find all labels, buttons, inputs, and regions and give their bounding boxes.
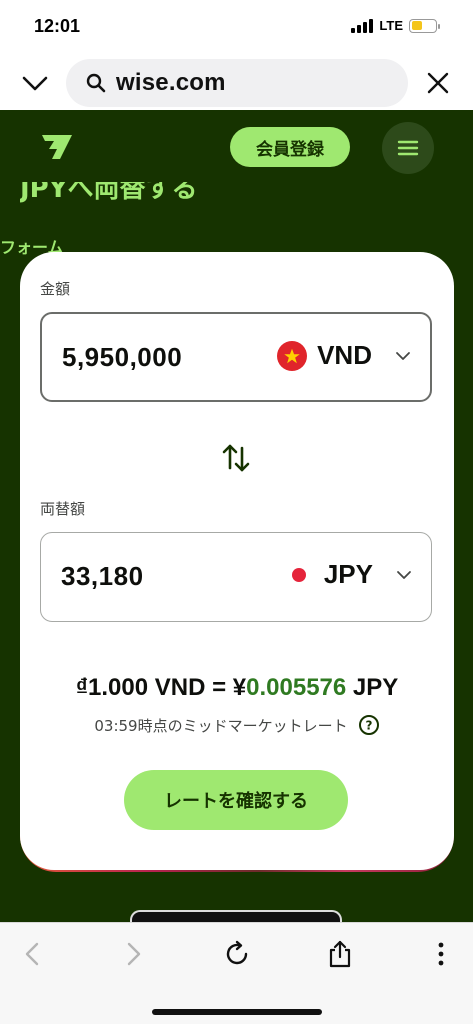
rate-note: 03:59時点のミッドマーケットレート bbox=[94, 716, 348, 735]
receive-currency-code: JPY bbox=[323, 559, 373, 589]
converter-card: 金額 5,950,000 VND 両替額 33,180 JPY ₫1.000 V… bbox=[20, 252, 454, 870]
wise-logo-icon[interactable] bbox=[40, 130, 74, 160]
receive-amount-label: 両替額 bbox=[40, 500, 86, 518]
reload-icon[interactable] bbox=[222, 939, 252, 969]
send-amount-field[interactable]: 5,950,000 VND bbox=[40, 312, 432, 402]
svg-text:?: ? bbox=[365, 719, 372, 733]
status-time: 12:01 bbox=[34, 16, 81, 36]
network-type: LTE bbox=[379, 18, 403, 33]
home-indicator bbox=[152, 1009, 322, 1015]
site-header: 会員登録 bbox=[0, 110, 473, 182]
vietnam-flag-icon bbox=[277, 340, 308, 371]
search-icon bbox=[86, 73, 106, 93]
share-icon[interactable] bbox=[325, 939, 355, 969]
web-page: 会員登録 JPYへ両替する フォーム 金額 5,950,000 VND 両替額 … bbox=[0, 110, 473, 922]
rate-note-row: 03:59時点のミッドマーケットレート ? bbox=[20, 714, 454, 736]
rate-suffix: JPY bbox=[346, 674, 399, 701]
forward-icon[interactable] bbox=[118, 939, 148, 969]
more-options-icon[interactable] bbox=[426, 939, 456, 969]
url-text: wise.com bbox=[116, 69, 226, 96]
send-amount-label: 金額 bbox=[40, 280, 71, 298]
floating-panel-edge bbox=[130, 910, 342, 922]
hamburger-icon bbox=[397, 140, 419, 156]
url-field[interactable]: wise.com bbox=[66, 59, 408, 107]
receive-amount-value[interactable]: 33,180 bbox=[61, 561, 144, 592]
confirm-rate-button[interactable]: レートを確認する bbox=[124, 770, 348, 830]
japan-flag-icon bbox=[284, 560, 314, 590]
chevron-down-icon bbox=[396, 351, 410, 360]
send-amount-value[interactable]: 5,950,000 bbox=[62, 342, 182, 373]
rate-prefix: ₫1.000 VND = ¥ bbox=[75, 674, 247, 701]
swap-icon[interactable] bbox=[218, 440, 254, 476]
status-bar: 12:01 LTE bbox=[0, 0, 473, 56]
help-icon[interactable]: ? bbox=[358, 714, 380, 736]
close-icon[interactable] bbox=[425, 70, 451, 96]
address-bar: wise.com bbox=[0, 56, 473, 110]
signal-icon bbox=[351, 18, 374, 33]
chevron-down-icon bbox=[397, 570, 411, 579]
send-currency-code: VND bbox=[317, 340, 372, 370]
rate-value: 0.005576 bbox=[246, 674, 347, 701]
receive-amount-field[interactable]: 33,180 JPY bbox=[40, 532, 432, 622]
status-indicators: LTE bbox=[351, 18, 440, 33]
receive-currency-selector[interactable]: JPY bbox=[284, 559, 415, 590]
exchange-rate: ₫1.000 VND = ¥0.005576 JPY bbox=[20, 674, 454, 702]
battery-icon bbox=[409, 18, 440, 33]
send-currency-selector[interactable]: VND bbox=[277, 340, 414, 371]
browser-toolbar bbox=[0, 922, 473, 1024]
signup-button[interactable]: 会員登録 bbox=[230, 127, 350, 167]
chevron-down-icon[interactable] bbox=[20, 68, 50, 98]
menu-button[interactable] bbox=[382, 122, 434, 174]
back-icon[interactable] bbox=[18, 939, 48, 969]
